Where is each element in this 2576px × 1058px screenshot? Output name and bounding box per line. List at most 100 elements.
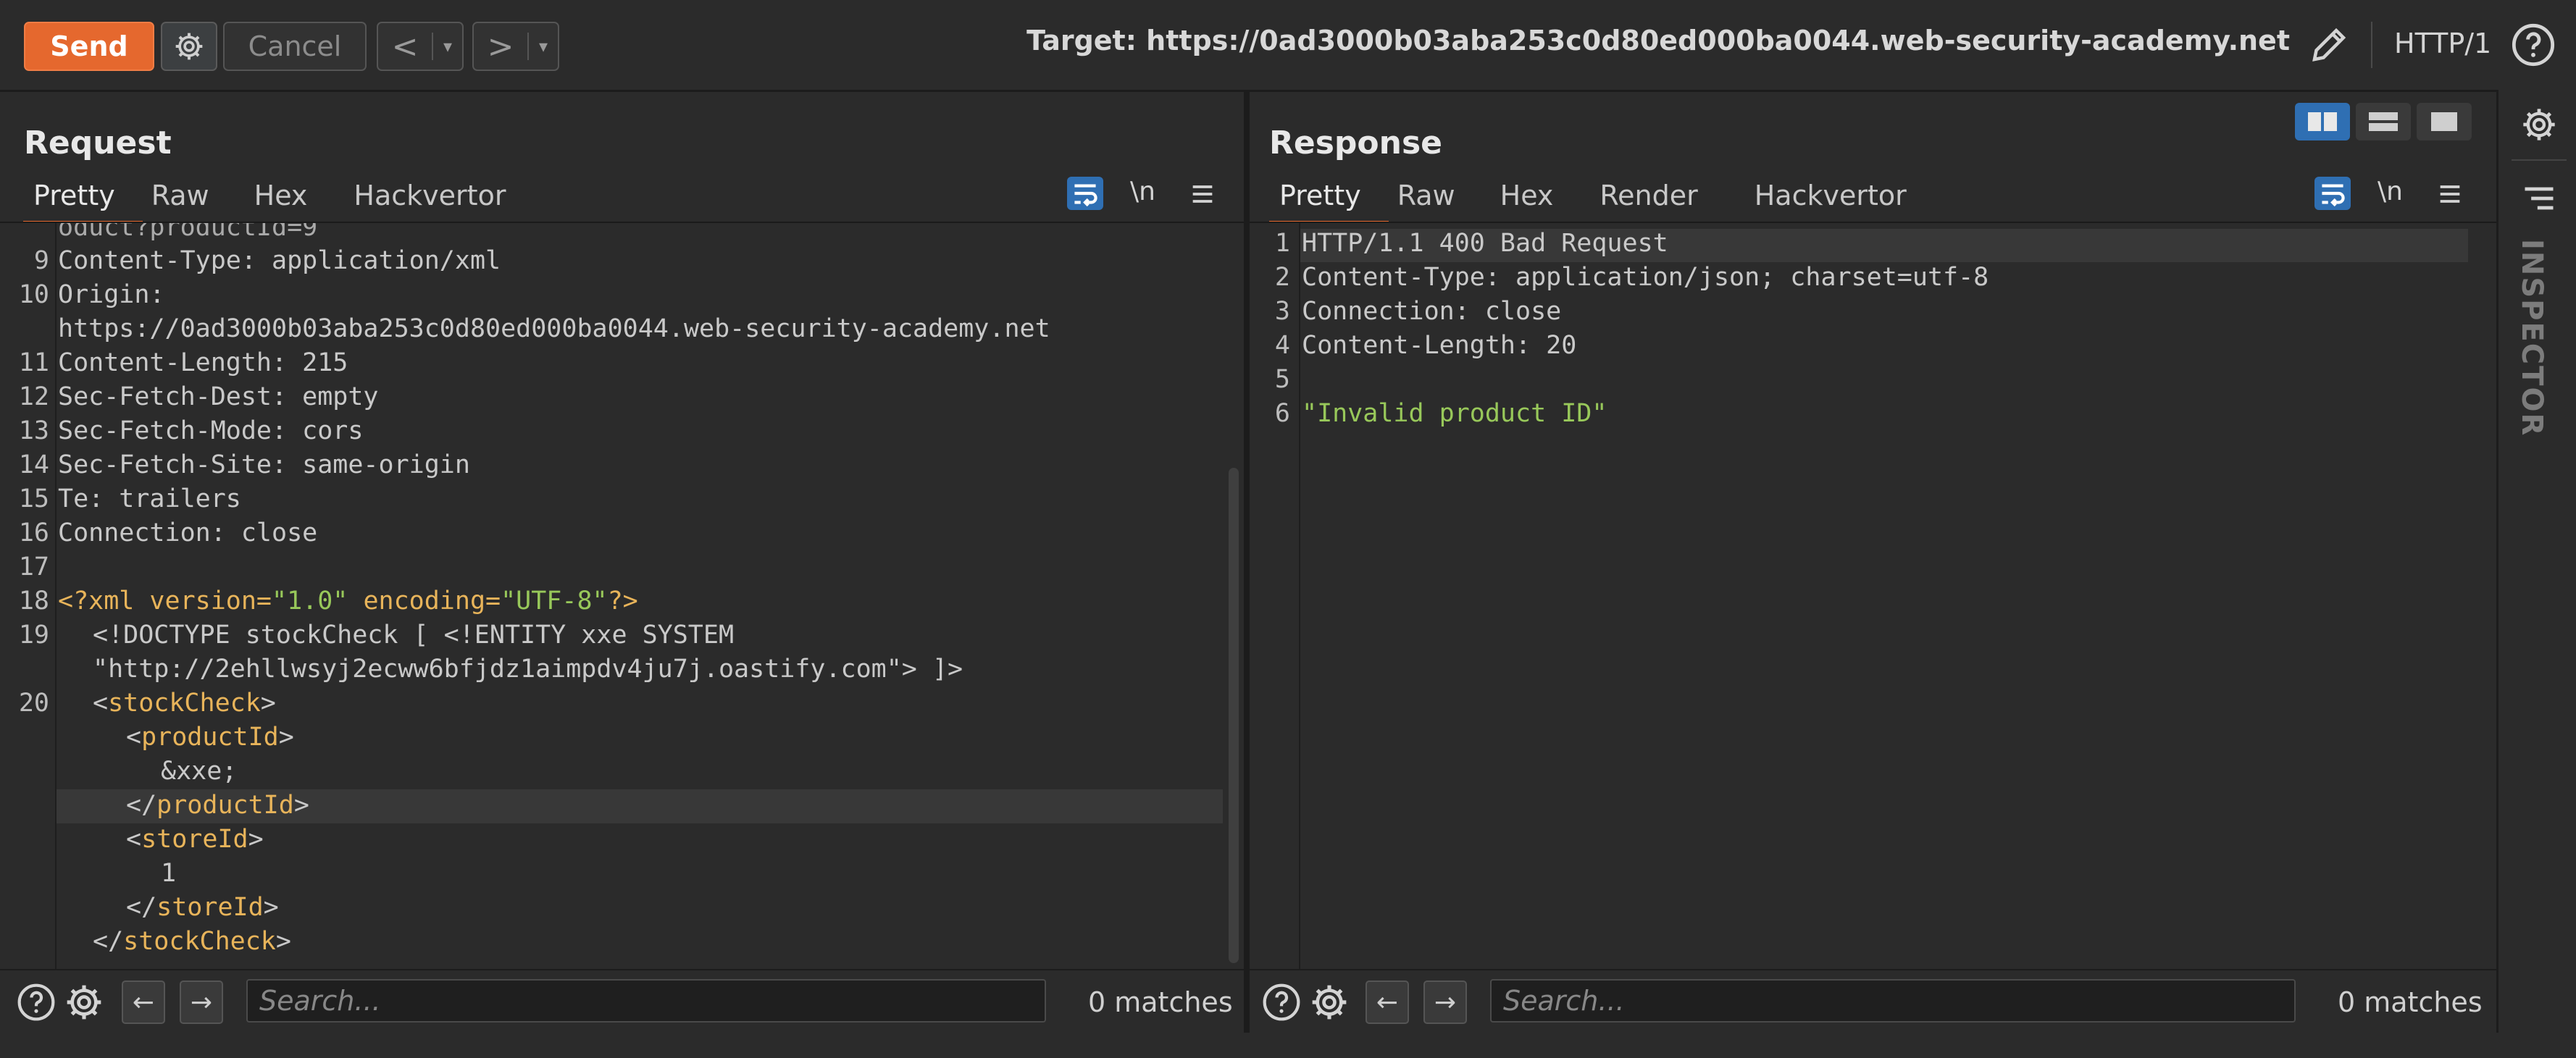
vertical-scrollbar[interactable] bbox=[1229, 468, 1239, 963]
arrow-left-icon: ← bbox=[1376, 987, 1399, 1017]
code-line: "http://2ehllwsyj2ecww6bfjdz1aimpdv4ju7j… bbox=[93, 655, 963, 684]
search-input[interactable]: Search... bbox=[246, 979, 1046, 1023]
code-line: Sec-Fetch-Site: same-origin bbox=[58, 450, 470, 479]
help-icon[interactable] bbox=[16, 982, 57, 1023]
code-line: oduct?productId=9 bbox=[58, 223, 318, 242]
show-newlines-toggle[interactable]: \n bbox=[1130, 177, 1155, 206]
tab-raw[interactable]: Raw bbox=[151, 174, 254, 222]
next-match-button[interactable]: → bbox=[180, 981, 223, 1024]
code-line: </storeId> bbox=[126, 893, 279, 922]
code-line: Content-Length: 215 bbox=[58, 348, 348, 377]
history-forward-button[interactable]: > ▾ bbox=[472, 22, 559, 71]
match-count: 0 matches bbox=[2338, 986, 2483, 1018]
top-toolbar: Send Cancel < ▾ > ▾ Target: https://0ad300… bbox=[0, 0, 2576, 92]
code-line: https://0ad3000b03aba253c0d80ed000ba0044… bbox=[58, 314, 1050, 343]
layout-tabs-button[interactable] bbox=[2417, 103, 2472, 140]
code-token: stockCheck bbox=[123, 927, 276, 956]
history-back-button[interactable]: < ▾ bbox=[377, 22, 464, 71]
line-number: 2 bbox=[1274, 263, 1290, 292]
line-number: 14 bbox=[18, 450, 49, 479]
settings-button[interactable] bbox=[161, 22, 217, 71]
toolbar-divider bbox=[2371, 22, 2372, 68]
search-input[interactable]: Search... bbox=[1490, 979, 2296, 1023]
gear-icon bbox=[175, 33, 203, 60]
forward-arrow-icon: > bbox=[487, 28, 514, 65]
xml-declaration: <?xml version="1.0" encoding="UTF-8"?> bbox=[58, 587, 638, 616]
code-token: ?> bbox=[607, 587, 638, 616]
arrow-right-icon: → bbox=[190, 987, 213, 1017]
cancel-button[interactable]: Cancel bbox=[223, 22, 367, 71]
code-token: "1.0" bbox=[272, 587, 348, 616]
http-version-label[interactable]: HTTP/1 bbox=[2394, 28, 2491, 59]
code-line: Connection: close bbox=[58, 518, 318, 547]
inspector-sidebar bbox=[2496, 90, 2576, 1058]
code-line: Content-Length: 20 bbox=[1302, 331, 1577, 360]
inspector-tab[interactable]: INSPECTOR bbox=[2515, 239, 2548, 437]
tab-hackvertor[interactable]: Hackvertor bbox=[1755, 174, 1934, 222]
previous-match-button[interactable]: ← bbox=[122, 981, 165, 1024]
word-wrap-toggle[interactable] bbox=[2314, 177, 2351, 210]
single-pane-icon bbox=[2431, 112, 2457, 131]
tab-hex[interactable]: Hex bbox=[254, 174, 354, 222]
response-tabs: Pretty Raw Hex Render Hackvertor bbox=[1269, 174, 1934, 224]
code-line: </productId> bbox=[126, 791, 309, 820]
code-line: </stockCheck> bbox=[93, 927, 291, 956]
response-editor[interactable]: 1 HTTP/1.1 400 Bad Request 2 Content-Typ… bbox=[1251, 223, 2491, 969]
code-line: Sec-Fetch-Mode: cors bbox=[58, 416, 364, 445]
back-arrow-icon: < bbox=[391, 28, 419, 65]
pencil-icon[interactable] bbox=[2307, 23, 2351, 67]
line-number: 3 bbox=[1274, 297, 1290, 326]
code-token: storeId bbox=[156, 893, 264, 922]
panel-splitter[interactable] bbox=[1244, 90, 1250, 1033]
code-line: 1 bbox=[161, 859, 177, 888]
hamburger-menu-icon[interactable] bbox=[2435, 180, 2464, 209]
tab-hex[interactable]: Hex bbox=[1500, 174, 1600, 222]
response-search-bar: ← → Search... 0 matches bbox=[1250, 969, 2496, 1034]
code-token: encoding= bbox=[348, 587, 501, 616]
rows-icon bbox=[2369, 112, 2398, 131]
chevron-down-icon[interactable]: ▾ bbox=[432, 32, 462, 61]
chevron-down-icon[interactable]: ▾ bbox=[527, 32, 558, 61]
match-count: 0 matches bbox=[1088, 986, 1233, 1018]
gear-icon[interactable] bbox=[1309, 982, 1350, 1023]
line-number: 10 bbox=[18, 280, 49, 309]
code-line: <!DOCTYPE stockCheck [ <!ENTITY xxe SYST… bbox=[93, 621, 735, 650]
line-number: 20 bbox=[18, 689, 49, 718]
help-icon[interactable] bbox=[1261, 982, 1302, 1023]
previous-match-button[interactable]: ← bbox=[1366, 981, 1409, 1024]
layout-stacked-button[interactable] bbox=[2356, 103, 2411, 140]
layout-toggle-group bbox=[2295, 103, 2472, 140]
code-token: productId bbox=[156, 791, 294, 820]
response-title: Response bbox=[1269, 125, 1442, 161]
code-line: Origin: bbox=[58, 280, 165, 309]
tab-raw[interactable]: Raw bbox=[1397, 174, 1500, 222]
sidebar-divider bbox=[2512, 159, 2567, 161]
tab-render[interactable]: Render bbox=[1599, 174, 1754, 222]
code-line: <stockCheck> bbox=[93, 689, 276, 718]
line-number: 6 bbox=[1274, 399, 1290, 428]
line-number: 13 bbox=[18, 416, 49, 445]
code-line: <storeId> bbox=[126, 825, 264, 854]
tab-pretty[interactable]: Pretty bbox=[1269, 174, 1397, 224]
inspector-list-icon[interactable] bbox=[2520, 180, 2558, 217]
hamburger-menu-icon[interactable] bbox=[1188, 180, 1217, 209]
tab-pretty[interactable]: Pretty bbox=[23, 174, 151, 224]
request-editor[interactable]: oduct?productId=9 9 Content-Type: applic… bbox=[6, 223, 1239, 969]
show-newlines-toggle[interactable]: \n bbox=[2378, 177, 2403, 206]
line-number: 4 bbox=[1274, 331, 1290, 360]
code-line: Content-Type: application/json; charset=… bbox=[1302, 263, 1989, 292]
line-number: 16 bbox=[18, 518, 49, 547]
code-token: productId bbox=[141, 723, 279, 752]
send-button[interactable]: Send bbox=[24, 22, 154, 71]
line-number: 18 bbox=[18, 587, 49, 616]
tab-hackvertor[interactable]: Hackvertor bbox=[354, 174, 533, 222]
gear-icon[interactable] bbox=[64, 982, 104, 1023]
next-match-button[interactable]: → bbox=[1423, 981, 1467, 1024]
line-number: 17 bbox=[18, 553, 49, 582]
layout-side-by-side-button[interactable] bbox=[2295, 103, 2350, 140]
word-wrap-toggle[interactable] bbox=[1067, 177, 1103, 210]
gear-icon[interactable] bbox=[2520, 106, 2558, 143]
code-token: "UTF-8" bbox=[501, 587, 608, 616]
help-icon[interactable] bbox=[2510, 22, 2556, 68]
line-number: 15 bbox=[18, 484, 49, 513]
